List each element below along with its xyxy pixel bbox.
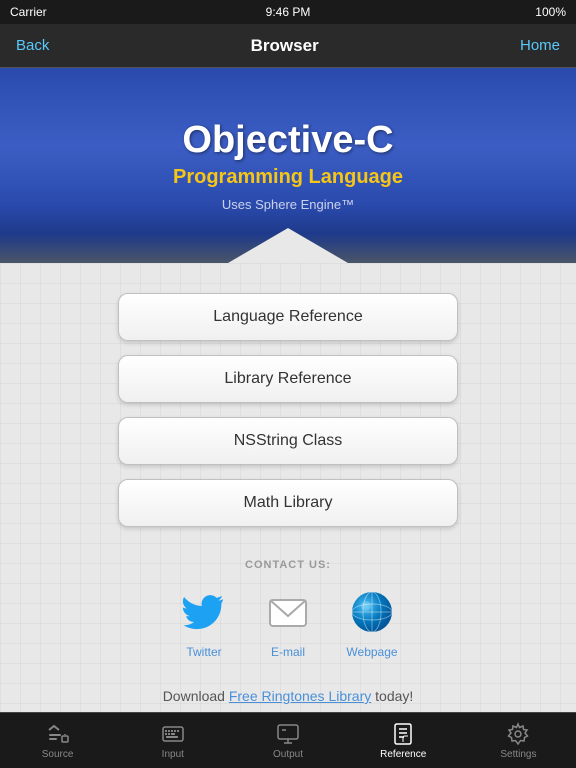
back-button[interactable]: Back — [16, 37, 49, 54]
tab-output[interactable]: Output — [230, 722, 345, 760]
banner-engine: Uses Sphere Engine™ — [222, 197, 354, 212]
twitter-button[interactable]: Twitter — [177, 585, 231, 659]
tab-source[interactable]: Source — [0, 722, 115, 760]
email-icon — [264, 588, 312, 636]
email-button[interactable]: E-mail — [261, 585, 315, 659]
twitter-label: Twitter — [186, 645, 221, 659]
tab-bar: Source Input Output — [0, 712, 576, 768]
twitter-icon-circle — [177, 585, 231, 639]
banner-subtitle: Programming Language — [173, 166, 403, 189]
language-reference-button[interactable]: Language Reference — [118, 293, 458, 341]
settings-icon — [506, 722, 530, 746]
nsstring-class-button[interactable]: NSString Class — [118, 417, 458, 465]
tab-output-label: Output — [273, 749, 303, 760]
contact-heading: CONTACT US: — [245, 559, 331, 571]
reference-icon — [391, 722, 415, 746]
nav-bar: Back Browser Home — [0, 24, 576, 68]
contact-section: CONTACT US: Twitter — [80, 559, 496, 667]
email-icon-circle — [261, 585, 315, 639]
webpage-label: Webpage — [346, 645, 397, 659]
banner-title: Objective-C — [182, 119, 393, 162]
tab-reference[interactable]: Reference — [346, 722, 461, 760]
home-button[interactable]: Home — [520, 37, 560, 54]
carrier-text: Carrier — [10, 5, 47, 19]
tab-input-label: Input — [162, 749, 184, 760]
input-icon — [161, 722, 185, 746]
status-bar: Carrier 9:46 PM 100% — [0, 0, 576, 24]
output-icon — [276, 722, 300, 746]
tab-source-label: Source — [42, 749, 74, 760]
nav-title: Browser — [251, 36, 319, 56]
tab-reference-label: Reference — [380, 749, 426, 760]
source-icon — [46, 722, 70, 746]
email-label: E-mail — [271, 645, 305, 659]
globe-icon — [348, 588, 396, 636]
globe-icon-circle — [345, 585, 399, 639]
battery-text: 100% — [535, 5, 566, 19]
tab-settings-label: Settings — [500, 749, 536, 760]
library-reference-button[interactable]: Library Reference — [118, 355, 458, 403]
tab-settings[interactable]: Settings — [461, 722, 576, 760]
math-library-button[interactable]: Math Library — [118, 479, 458, 527]
contact-icons: Twitter E-mail — [177, 585, 399, 659]
tab-input[interactable]: Input — [115, 722, 230, 760]
webpage-button[interactable]: Webpage — [345, 585, 399, 659]
main-content: Language Reference Library Reference NSS… — [0, 263, 576, 750]
download-link[interactable]: Free Ringtones Library — [229, 688, 371, 704]
twitter-icon — [180, 588, 228, 636]
time-text: 9:46 PM — [266, 5, 311, 19]
header-banner: Objective-C Programming Language Uses Sp… — [0, 68, 576, 263]
